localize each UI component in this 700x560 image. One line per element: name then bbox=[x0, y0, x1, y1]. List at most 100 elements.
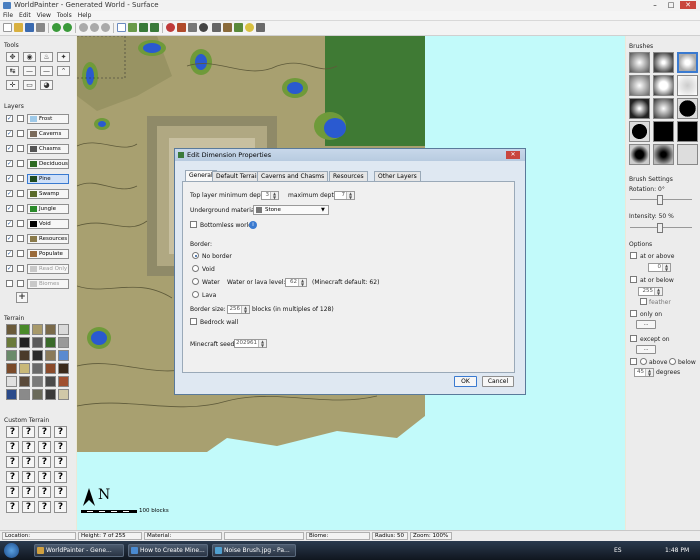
layer-visible-checkbox[interactable]: ✓ bbox=[6, 265, 13, 272]
except-on-select[interactable]: ... bbox=[636, 345, 656, 354]
export-icon[interactable] bbox=[36, 23, 45, 32]
custom-terrain-slot[interactable]: ? bbox=[6, 471, 19, 483]
move-icon[interactable] bbox=[166, 23, 175, 32]
custom-terrain-slot[interactable]: ? bbox=[54, 441, 67, 453]
view-icon[interactable] bbox=[139, 23, 148, 32]
layer-visible-checkbox[interactable] bbox=[6, 280, 13, 287]
close-button[interactable]: ✕ bbox=[680, 1, 696, 9]
terrain-swatch[interactable] bbox=[32, 363, 43, 374]
layer-button[interactable]: Biomes bbox=[27, 279, 69, 289]
layer-button[interactable]: Void bbox=[27, 219, 69, 229]
layer-solo-checkbox[interactable] bbox=[17, 205, 24, 212]
taskbar-item[interactable]: WorldPainter - Gene... bbox=[34, 544, 124, 557]
custom-terrain-slot[interactable]: ? bbox=[54, 486, 67, 498]
terrain-swatch[interactable] bbox=[6, 324, 17, 335]
contours-icon[interactable] bbox=[128, 23, 137, 32]
zoom-in-icon[interactable] bbox=[79, 23, 88, 32]
terrain-swatch[interactable] bbox=[45, 389, 56, 400]
layer-solo-checkbox[interactable] bbox=[17, 250, 24, 257]
layer-visible-checkbox[interactable]: ✓ bbox=[6, 145, 13, 152]
terrain-swatch[interactable] bbox=[58, 363, 69, 374]
below-radio[interactable] bbox=[669, 358, 676, 365]
custom-terrain-slot[interactable]: ? bbox=[22, 486, 35, 498]
brush-option[interactable] bbox=[629, 144, 650, 165]
maximize-button[interactable]: □ bbox=[664, 1, 678, 9]
layer-button[interactable]: Populate bbox=[27, 249, 69, 259]
radio-water[interactable] bbox=[192, 278, 199, 285]
layer-visible-checkbox[interactable]: ✓ bbox=[6, 205, 13, 212]
brush-option[interactable] bbox=[677, 52, 698, 73]
terrain-swatch[interactable] bbox=[19, 337, 30, 348]
custom-terrain-slot[interactable]: ? bbox=[6, 486, 19, 498]
water-level-spinner[interactable]: 62 ▲ ▼ bbox=[285, 278, 307, 287]
layer-button[interactable]: Swamp bbox=[27, 189, 69, 199]
layer-button[interactable]: Frost bbox=[27, 114, 69, 124]
border-size-spinner[interactable]: 256 ▲ ▼ bbox=[227, 305, 250, 314]
sun-icon[interactable] bbox=[245, 23, 254, 32]
bottomless-checkbox[interactable] bbox=[190, 221, 197, 228]
menu-help[interactable]: Help bbox=[75, 11, 95, 20]
move-tool-icon[interactable]: ✛ bbox=[6, 80, 19, 90]
layer-solo-checkbox[interactable] bbox=[17, 160, 24, 167]
terrain-swatch[interactable] bbox=[45, 337, 56, 348]
redo-icon[interactable] bbox=[63, 23, 72, 32]
radio-no-border[interactable] bbox=[192, 252, 199, 259]
radio-void[interactable] bbox=[192, 265, 199, 272]
rect-select-tool-icon[interactable]: ▭ bbox=[23, 80, 36, 90]
view-mode-icon[interactable] bbox=[150, 23, 159, 32]
layer-solo-checkbox[interactable] bbox=[17, 175, 24, 182]
terrain-swatch[interactable] bbox=[45, 363, 56, 374]
layer-button[interactable]: Chasms bbox=[27, 144, 69, 154]
brush-option[interactable] bbox=[653, 75, 674, 96]
layer-solo-checkbox[interactable] bbox=[17, 235, 24, 242]
raise-tool-icon[interactable]: ↹ bbox=[6, 66, 19, 76]
taskbar-item[interactable]: Noise Brush.jpg - Pa... bbox=[212, 544, 296, 557]
brush-option[interactable] bbox=[629, 75, 650, 96]
save-icon[interactable] bbox=[25, 23, 34, 32]
tab-other-layers[interactable]: Other Layers bbox=[374, 171, 421, 181]
seed-spinner[interactable]: 202961 ▲ ▼ bbox=[234, 339, 267, 348]
intensity-slider-thumb[interactable] bbox=[657, 223, 663, 233]
brush-option[interactable] bbox=[677, 98, 698, 119]
layer-solo-checkbox[interactable] bbox=[17, 190, 24, 197]
layer-visible-checkbox[interactable]: ✓ bbox=[6, 115, 13, 122]
flood-tool-icon[interactable]: ♨ bbox=[40, 52, 53, 62]
brush-option[interactable] bbox=[629, 121, 650, 142]
custom-terrain-slot[interactable]: ? bbox=[6, 456, 19, 468]
brush-option[interactable] bbox=[629, 52, 650, 73]
terrain-swatch[interactable] bbox=[32, 337, 43, 348]
at-or-above-spinner[interactable]: 0 ▲ ▼ bbox=[648, 263, 671, 272]
zoom-reset-icon[interactable] bbox=[101, 23, 110, 32]
layer-visible-checkbox[interactable]: ✓ bbox=[6, 160, 13, 167]
custom-terrain-slot[interactable]: ? bbox=[6, 426, 19, 438]
custom-terrain-slot[interactable]: ? bbox=[54, 426, 67, 438]
only-on-checkbox[interactable] bbox=[630, 310, 637, 317]
terrain-swatch[interactable] bbox=[19, 376, 30, 387]
terrain-swatch[interactable] bbox=[45, 376, 56, 387]
minimize-button[interactable]: – bbox=[648, 1, 662, 9]
layer-solo-checkbox[interactable] bbox=[17, 130, 24, 137]
mountain-tool-icon[interactable]: ⌃ bbox=[57, 66, 70, 76]
brush-option[interactable] bbox=[653, 144, 674, 165]
at-or-below-checkbox[interactable] bbox=[630, 276, 637, 283]
layer-visible-checkbox[interactable]: ✓ bbox=[6, 175, 13, 182]
tab-caverns-chasms[interactable]: Caverns and Chasms bbox=[257, 171, 329, 181]
terrain-swatch[interactable] bbox=[45, 350, 56, 361]
custom-terrain-slot[interactable]: ? bbox=[22, 426, 35, 438]
export-world-icon[interactable] bbox=[256, 23, 265, 32]
only-on-select[interactable]: ... bbox=[636, 320, 656, 329]
custom-terrain-slot[interactable]: ? bbox=[54, 501, 67, 513]
layer-solo-checkbox[interactable] bbox=[17, 265, 24, 272]
degrees-spinner[interactable]: 45 ▲ ▼ bbox=[634, 368, 654, 377]
cancel-button[interactable]: Cancel bbox=[482, 376, 514, 387]
terrain-swatch[interactable] bbox=[32, 350, 43, 361]
terrain-swatch[interactable] bbox=[45, 324, 56, 335]
layer-solo-checkbox[interactable] bbox=[17, 220, 24, 227]
mountain-icon[interactable] bbox=[234, 23, 243, 32]
new-file-icon[interactable] bbox=[3, 23, 12, 32]
level-tool-icon[interactable]: — bbox=[23, 66, 36, 76]
custom-terrain-slot[interactable]: ? bbox=[38, 456, 51, 468]
flatten-tool-icon[interactable]: — bbox=[40, 66, 53, 76]
custom-terrain-slot[interactable]: ? bbox=[22, 471, 35, 483]
terrain-swatch[interactable] bbox=[58, 324, 69, 335]
